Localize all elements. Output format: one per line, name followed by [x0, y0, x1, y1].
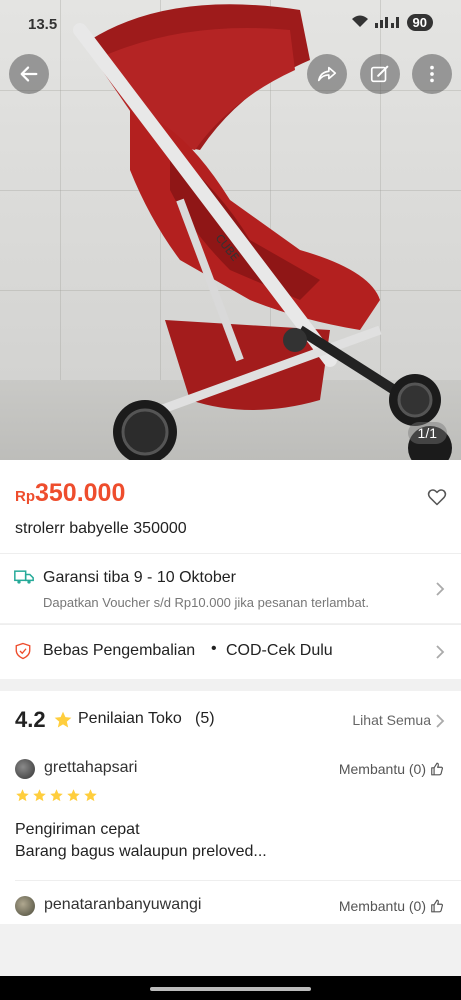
chevron-right-icon — [436, 714, 445, 728]
status-time: 13.5 — [28, 16, 58, 33]
price-section: Rp350.000 strolerr babyelle 350000 — [0, 460, 461, 553]
chevron-right-icon — [436, 645, 445, 659]
review-username: penataranbanyuwangi — [44, 896, 202, 913]
returns-row[interactable]: Bebas Pengembalian • COD-Cek Dulu — [0, 624, 461, 679]
free-return-label: Bebas Pengembalian — [43, 642, 196, 659]
review-text-line: Barang bagus walaupun preloved... — [15, 843, 267, 860]
star-icon — [67, 789, 80, 802]
separator-dot: • — [211, 640, 217, 657]
price-currency: Rp — [15, 488, 35, 505]
wifi-icon — [351, 14, 369, 31]
thumbs-up-icon — [431, 762, 444, 776]
product-title: strolerr babyelle 350000 — [15, 520, 187, 537]
shipping-guarantee-text: Garansi tiba 9 - 10 Oktober — [43, 569, 236, 586]
review-text: Pengiriman cepat Barang bagus walaupun p… — [15, 819, 267, 863]
star-icon — [54, 711, 72, 728]
chevron-right-icon — [436, 582, 445, 596]
product-price: Rp350.000 — [15, 479, 125, 508]
cod-label: COD-Cek Dulu — [226, 642, 333, 659]
truck-icon — [14, 570, 34, 584]
more-vertical-icon — [430, 65, 434, 83]
helpful-button[interactable]: Membantu (0) — [339, 761, 444, 777]
product-page: CUBE 13.5 90 1/1 Rp350.000 strolerr baby… — [0, 0, 461, 1000]
status-bar: 13.5 90 — [0, 12, 461, 38]
avatar — [15, 896, 35, 916]
image-pager: 1/1 — [407, 422, 447, 444]
edit-button[interactable] — [360, 54, 400, 94]
divider — [15, 880, 461, 881]
more-options-button[interactable] — [412, 54, 452, 94]
shipping-voucher-text: Dapatkan Voucher s/d Rp10.000 jika pesan… — [43, 595, 369, 610]
star-icon — [16, 789, 29, 802]
share-icon — [317, 66, 337, 82]
see-all-link[interactable]: Lihat Semua — [352, 712, 431, 728]
battery-badge: 90 — [406, 14, 433, 31]
thumbs-up-icon — [431, 899, 444, 913]
rating-score: 4.2 — [15, 707, 46, 732]
price-value: 350.000 — [35, 479, 126, 507]
product-image[interactable]: CUBE 13.5 90 1/1 — [0, 0, 461, 460]
edit-icon — [370, 65, 389, 83]
helpful-label: Membantu (0) — [338, 761, 426, 777]
signal-icon — [374, 14, 401, 31]
star-icon — [50, 789, 63, 802]
star-icon — [33, 789, 46, 802]
rating-count: (5) — [195, 710, 215, 727]
review-text-line: Pengiriman cepat — [15, 821, 140, 838]
helpful-button[interactable]: Membantu (0) — [339, 898, 444, 914]
heart-icon[interactable] — [427, 487, 447, 507]
shipping-guarantee-row[interactable]: Garansi tiba 9 - 10 Oktober Dapatkan Vou… — [0, 553, 461, 623]
share-button[interactable] — [307, 54, 347, 94]
store-rating-section: 4.2 Penilaian Toko (5) Lihat Semua grett… — [0, 691, 461, 924]
arrow-left-icon — [20, 66, 38, 82]
back-button[interactable] — [9, 54, 49, 94]
review-item: penataranbanyuwangi Membantu (0) — [0, 894, 461, 924]
review-username: grettahapsari — [44, 759, 138, 776]
home-indicator[interactable] — [150, 987, 311, 991]
shield-icon — [15, 642, 31, 660]
review-stars — [15, 788, 98, 803]
star-icon — [84, 789, 97, 802]
review-item: grettahapsari Membantu (0) Pengiriman ce… — [0, 757, 461, 877]
rating-label: Penilaian Toko — [78, 710, 182, 727]
avatar — [15, 759, 35, 779]
status-icons: 90 — [351, 14, 433, 31]
helpful-label: Membantu (0) — [338, 898, 426, 914]
